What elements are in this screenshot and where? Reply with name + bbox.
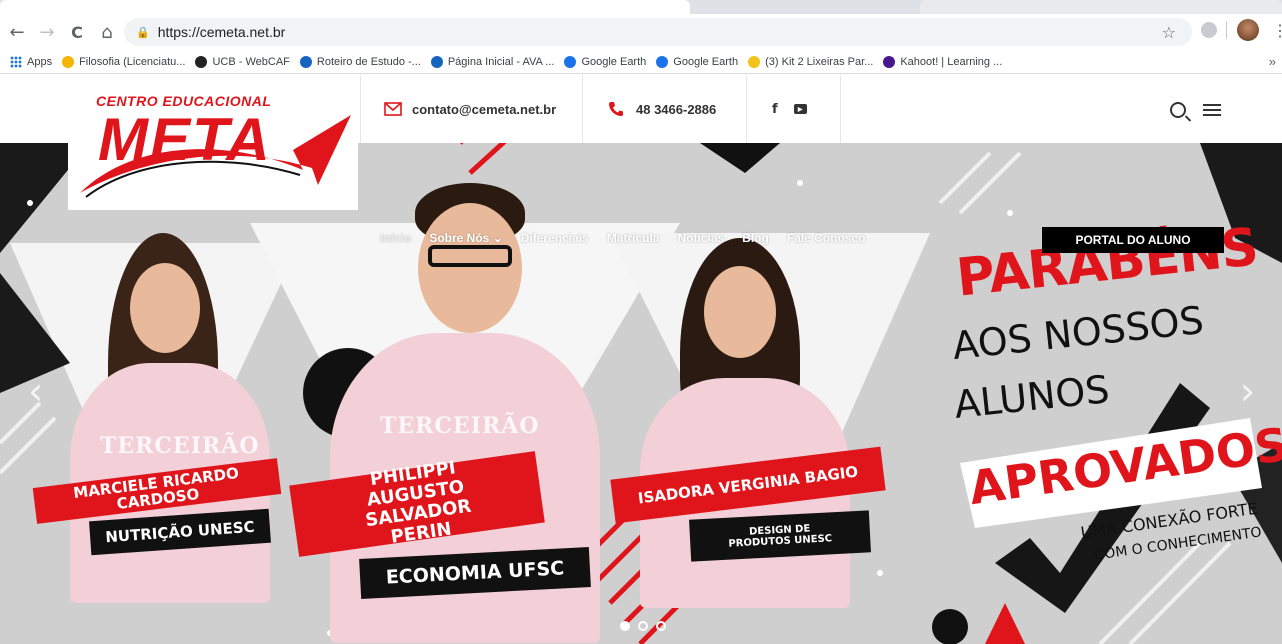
facebook-icon[interactable]: f [772,102,778,117]
student-photo-1: TERCEIRÃO [60,233,270,613]
bookmarks-bar: Apps Filosofia (Licenciatu... UCB - WebCAF… [0,50,1282,74]
email-contact[interactable]: contato@cemeta.net.br [384,75,556,143]
nav-item[interactable]: Matrícula [607,231,660,245]
phone-icon [609,102,623,116]
header-divider [582,75,583,143]
nav-item[interactable]: Início [380,231,411,245]
browser-menu-icon[interactable]: ⋮ [1272,21,1282,41]
bookmark-label: Roteiro de Estudo -... [316,55,421,68]
bookmark-label: Google Earth [673,55,739,68]
nav-item[interactable]: Notícias [677,231,724,245]
search-icon[interactable] [1170,102,1186,118]
forward-icon[interactable]: → [34,19,60,45]
bookmark-label: Kahoot! | Learning ... [900,55,1003,68]
nav-item[interactable]: Diferenciais [521,231,589,245]
shirt-print: TERCEIRÃO [100,433,260,459]
reload-icon[interactable]: C [64,19,90,45]
slider-prev-icon[interactable]: ‹ [28,369,43,413]
shirt-print: TERCEIRÃO [380,413,540,439]
browser-tab-strip [0,0,1282,14]
bookmark-item[interactable]: Google Earth [656,55,739,68]
bookmark-label: Página Inicial - AVA ... [447,55,555,68]
bookmark-label: Filosofia (Licenciatu... [79,55,186,68]
url-text[interactable]: https://cemeta.net.br [158,24,286,40]
envelope-icon [384,102,402,116]
social-links: f ▶ [772,75,807,143]
main-navigation: Início Sobre Nós ⌄ Diferenciais Matrícula No… [380,231,884,245]
lock-icon: 🔒 [136,25,150,39]
bookmark-label: Apps [27,55,53,68]
bookmark-item[interactable]: Apps [10,55,53,68]
phone-contact[interactable]: 48 3466-2886 [608,75,716,143]
hero-slider: TERCEIRÃO TERCEIRÃO MARCIELE RICARDO CAR… [0,143,1282,644]
header-divider [360,75,361,143]
email-text[interactable]: contato@cemeta.net.br [412,102,556,117]
website: contato@cemeta.net.br 48 3466-2886 f ▶ C… [0,75,1282,644]
bookmark-label: (3) Kit 2 Lixeiras Par... [765,55,874,68]
bookmark-label: UCB - WebCAF [212,55,290,68]
back-icon[interactable]: ← [4,19,30,45]
bookmark-item[interactable]: Kahoot! | Learning ... [883,55,1003,68]
shop-icon [748,55,761,68]
bookmark-item[interactable]: UCB - WebCAF [195,55,290,68]
header-divider [746,75,747,143]
extension-icon[interactable] [1201,22,1217,38]
apps-grid-icon [10,55,22,68]
earth-icon [564,55,577,68]
portal-do-aluno-button[interactable]: PORTAL DO ALUNO [1042,227,1224,253]
browser-tab[interactable] [920,0,1282,14]
slider-dot[interactable] [656,621,666,631]
hand-icon [62,55,75,68]
ucb-logo-icon [195,55,208,68]
header-divider [840,75,841,143]
slider-dot[interactable] [620,621,630,631]
nav-item[interactable]: Blog [742,231,769,245]
uv-logo-icon [430,55,443,68]
site-logo[interactable]: Centro Educacional META [68,75,358,210]
bookmark-item[interactable]: Página Inicial - AVA ... [430,55,555,68]
browser-tab-active[interactable] [0,0,690,14]
phone-text[interactable]: 48 3466-2886 [636,102,716,117]
nav-item[interactable]: Sobre Nós ⌄ [429,231,502,245]
bookmark-label: Google Earth [581,55,647,68]
bookmark-star-icon[interactable]: ☆ [1162,23,1176,42]
slider-pagination [620,621,666,631]
slider-next-icon[interactable]: › [1240,369,1255,413]
toolbar-divider [1226,21,1227,39]
bookmark-item[interactable]: Roteiro de Estudo -... [299,55,421,68]
browser-toolbar: ← → C ⌂ 🔒 https://cemeta.net.br ☆ [0,14,1282,50]
address-bar[interactable]: 🔒 https://cemeta.net.br ☆ [124,18,1192,46]
earth-icon [656,55,669,68]
slider-dot[interactable] [638,621,648,631]
bookmark-item[interactable]: Filosofia (Licenciatu... [62,55,186,68]
bookmark-item[interactable]: (3) Kit 2 Lixeiras Par... [748,55,874,68]
bookmark-item[interactable]: Google Earth [564,55,647,68]
logo-title: META [98,106,272,173]
profile-avatar[interactable] [1237,19,1259,41]
kahoot-icon [883,55,896,68]
home-icon[interactable]: ⌂ [94,19,120,45]
nav-item[interactable]: Fale Conosco [787,231,866,245]
hamburger-menu-icon[interactable] [1203,104,1221,116]
uv-logo-icon [299,55,312,68]
bookmarks-overflow-icon[interactable]: » [1269,54,1276,69]
youtube-icon[interactable]: ▶ [793,104,807,114]
